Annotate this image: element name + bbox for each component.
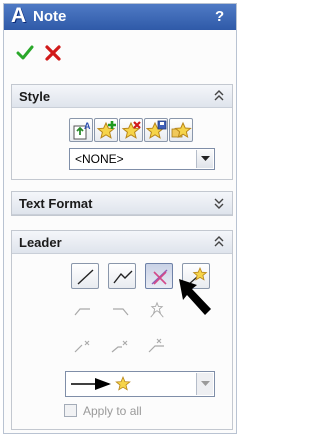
leader-right-icon[interactable] xyxy=(109,303,131,321)
cancel-button[interactable] xyxy=(44,44,62,62)
mouse-pointer-arrow-icon xyxy=(179,279,211,315)
arrow-style-select-arrow[interactable] xyxy=(196,373,213,395)
svg-text:A: A xyxy=(84,121,91,131)
style-group-header[interactable]: Style xyxy=(12,85,232,108)
style-group: Style A <NONE> xyxy=(11,84,233,180)
load-style-icon xyxy=(171,121,192,139)
leader-group: Leader xyxy=(11,230,233,430)
leader-bent-button[interactable] xyxy=(108,263,136,289)
text-format-group-header[interactable]: Text Format xyxy=(12,192,232,215)
style-select-value: <NONE> xyxy=(75,152,124,166)
collapse-chevron-icon[interactable] xyxy=(214,235,224,249)
text-format-group-title: Text Format xyxy=(19,196,93,211)
leader-straight-button[interactable] xyxy=(71,263,99,289)
no-leader-icon xyxy=(151,269,168,285)
leader-nearest-icon[interactable] xyxy=(146,301,168,319)
text-format-group: Text Format xyxy=(11,191,233,216)
leader-group-header[interactable]: Leader xyxy=(12,231,232,254)
note-a-icon: AA xyxy=(11,4,28,28)
load-style-button[interactable] xyxy=(169,118,193,142)
checkmark-icon xyxy=(16,45,34,60)
delete-style-button[interactable] xyxy=(119,118,143,142)
leader-underline-center-icon[interactable] xyxy=(146,337,168,355)
delete-style-icon xyxy=(121,121,141,139)
straight-leader-icon xyxy=(77,269,94,285)
style-select[interactable]: <NONE> xyxy=(69,148,215,170)
leader-underline-left-icon[interactable] xyxy=(72,337,94,355)
arrow-style-preview-icon xyxy=(71,375,131,391)
chevron-down-icon xyxy=(201,156,210,161)
expand-chevron-icon[interactable] xyxy=(214,196,224,210)
leader-underline-right-icon[interactable] xyxy=(109,337,131,355)
no-leader-button[interactable] xyxy=(145,263,173,289)
apply-style-button[interactable]: A xyxy=(69,118,93,142)
style-group-title: Style xyxy=(19,89,51,104)
close-icon xyxy=(45,45,61,61)
save-style-icon xyxy=(146,120,167,139)
add-style-icon xyxy=(96,121,116,139)
save-style-button[interactable] xyxy=(144,118,168,142)
leader-group-title: Leader xyxy=(19,235,62,250)
bent-leader-icon xyxy=(113,270,133,284)
add-style-button[interactable] xyxy=(94,118,118,142)
apply-to-all-checkbox[interactable] xyxy=(64,404,77,417)
property-manager-panel: AA Note ? Style A <NONE> Text Format Lea… xyxy=(3,3,237,434)
leader-left-icon[interactable] xyxy=(72,303,94,321)
arrow-style-select[interactable] xyxy=(65,371,215,397)
collapse-chevron-icon[interactable] xyxy=(214,89,224,103)
apply-style-icon: A xyxy=(73,121,91,140)
window-title: Note xyxy=(33,8,67,25)
style-select-arrow[interactable] xyxy=(196,150,213,168)
chevron-down-icon xyxy=(201,381,210,386)
ok-button[interactable] xyxy=(16,44,34,62)
help-button[interactable]: ? xyxy=(215,8,229,26)
title-bar: AA Note ? xyxy=(4,4,236,30)
apply-to-all-label: Apply to all xyxy=(83,404,142,418)
